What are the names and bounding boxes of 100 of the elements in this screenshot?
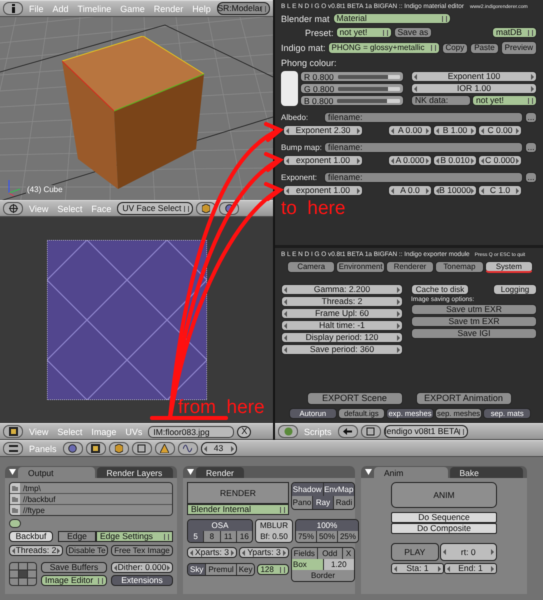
back-button[interactable] (338, 425, 358, 438)
map-number-field[interactable]: A 0.00 (388, 125, 432, 136)
context-button[interactable] (132, 442, 152, 455)
panel-tab[interactable]: Anim (374, 467, 448, 478)
play-button[interactable]: PLAY (391, 543, 438, 561)
toggle-button[interactable]: Logging (493, 284, 537, 295)
map-number-field[interactable]: C 0.000 (478, 155, 522, 166)
fields-toggle[interactable]: X (343, 548, 354, 559)
map-number-field[interactable]: exponent 1.00 (283, 155, 363, 166)
end-frame-field[interactable]: End: 1 (444, 563, 497, 574)
map-number-field[interactable]: C 0.00 (478, 125, 522, 136)
material-action-button[interactable]: Copy (442, 42, 468, 54)
osa-level-option[interactable]: 5 (188, 531, 204, 542)
size-option[interactable]: 25% (338, 531, 358, 542)
fields-toggle[interactable]: Fields (292, 548, 318, 559)
filename-field[interactable]: filename: (324, 112, 523, 123)
context-button[interactable] (86, 442, 106, 455)
setting-number-field[interactable]: Halt time: -1 (281, 320, 403, 331)
window-grid-icon[interactable] (9, 562, 37, 586)
alpha-mode-option[interactable]: Key (236, 564, 254, 575)
save-image-button[interactable]: Save utm EXR (411, 304, 537, 315)
disable-tex-button[interactable]: Disable Te (66, 545, 108, 556)
free-tex-image-button[interactable]: Free Tex Image (111, 545, 173, 556)
path-field[interactable]: //ftype (20, 505, 172, 515)
colour-slider[interactable]: B 0.800 (300, 95, 404, 106)
mode-dropdown[interactable]: UV Face Select (117, 202, 194, 215)
alpha-mode-option[interactable]: Premul (206, 564, 237, 575)
setting-number-field[interactable]: Display period: 120 (281, 332, 403, 343)
save-buffers-button[interactable]: Save Buffers (41, 562, 107, 573)
screen-dropdown[interactable]: SR:Modelar (216, 2, 270, 15)
osa-toggle[interactable]: OSA (188, 520, 252, 531)
map-number-field[interactable]: A 0.0 (388, 185, 432, 196)
phong-number-field[interactable]: IOR 1.00 (411, 83, 537, 94)
editor-type-button[interactable] (3, 425, 23, 438)
alpha-mode-option[interactable]: Sky (188, 564, 206, 575)
backbuf-button[interactable]: Backbuf (9, 531, 53, 542)
indigo-material-dropdown[interactable]: PHONG = glossy+metallic (328, 42, 440, 54)
osa-level-option[interactable]: 8 (204, 531, 220, 542)
path-field[interactable]: //backbuf (20, 494, 172, 504)
image-name-field[interactable]: IM:floor083.jpg (148, 426, 234, 438)
toggle-button[interactable]: Cache to disk (411, 284, 469, 295)
parts-number-field[interactable]: Yparts: 3 (239, 547, 289, 558)
editor-type-button[interactable] (3, 202, 23, 215)
display-dropdown[interactable]: Image Editor (41, 575, 107, 586)
map-number-field[interactable]: exponent 1.00 (283, 185, 363, 196)
setting-number-field[interactable]: Gamma: 2.200 (281, 284, 403, 295)
export-button[interactable]: EXPORT Animation (416, 392, 512, 405)
render-button[interactable]: RENDER (187, 482, 289, 504)
editor-type-button[interactable] (3, 442, 23, 455)
collapse-triangle-icon[interactable] (187, 469, 194, 475)
context-button[interactable] (154, 442, 175, 455)
browse-button[interactable]: ... (525, 142, 537, 153)
start-frame-field[interactable]: Sta: 1 (391, 563, 444, 574)
map-number-field[interactable]: B 10000 (433, 185, 477, 196)
osa-level-option[interactable]: 11 (220, 531, 237, 542)
render-toggle[interactable]: Pano (292, 496, 313, 509)
motion-blur-toggle[interactable]: MBLUR (256, 520, 292, 531)
edge-button[interactable]: Edge (58, 531, 96, 542)
phong-number-field[interactable]: Exponent 100 (411, 71, 537, 82)
filename-field[interactable]: filename: (324, 172, 523, 183)
setting-number-field[interactable]: Save period: 360 (281, 344, 403, 355)
script-dropdown[interactable]: lendigo v08t1 BETA (384, 425, 468, 438)
panel-tab[interactable]: Output (18, 467, 94, 478)
do-composite-toggle[interactable]: Do Composite (391, 523, 497, 534)
fields-toggle[interactable]: Odd (318, 548, 343, 559)
preset-dropdown[interactable]: not yet! (336, 27, 392, 38)
size-option[interactable]: 100% (296, 520, 358, 531)
render-toggle[interactable]: Ray (313, 496, 334, 509)
render-toggle[interactable]: EnvMap (324, 483, 354, 496)
material-action-button[interactable]: Preview (500, 41, 537, 55)
size-option[interactable]: 50% (317, 531, 338, 542)
map-number-field[interactable]: A 0.000 (388, 155, 432, 166)
matdb-dropdown[interactable]: matDB (492, 27, 537, 38)
extensions-button[interactable]: Extensions (111, 575, 173, 586)
rt-number-field[interactable]: rt: 0 (440, 543, 497, 561)
path-field[interactable]: /tmp\ (20, 483, 172, 493)
setting-number-field[interactable]: Frame Upl: 60 (281, 308, 403, 319)
collapse-triangle-icon[interactable] (365, 469, 372, 475)
map-number-field[interactable]: Exponent 2.30 (283, 125, 363, 136)
frame-number-field[interactable]: 43 (200, 442, 237, 455)
do-sequence-toggle[interactable]: Do Sequence (391, 512, 497, 523)
nk-data-label[interactable]: NK data: (411, 95, 471, 106)
nk-data-dropdown[interactable]: not yet! (472, 95, 537, 106)
save-image-button[interactable]: Save IGI (411, 328, 537, 339)
save-image-button[interactable]: Save tm EXR (411, 316, 537, 327)
render-toggle[interactable]: Shadow (292, 483, 324, 496)
blur-factor-field[interactable]: Bf: 0.50 (256, 531, 292, 542)
edge-settings-dropdown[interactable]: Edge Settings (96, 531, 173, 542)
render-engine-dropdown[interactable]: Blender Internal (187, 504, 289, 515)
dither-number-field[interactable]: Dither: 0.000 (111, 562, 173, 573)
editor-type-button[interactable] (3, 2, 23, 15)
colour-slider[interactable]: R 0.800 (300, 71, 404, 82)
folder-icon[interactable] (10, 494, 20, 504)
small-toggle-icon[interactable] (9, 519, 21, 528)
folder-icon[interactable] (10, 483, 20, 493)
context-button[interactable] (62, 442, 83, 455)
osa-level-option[interactable]: 16 (236, 531, 252, 542)
export-button[interactable]: EXPORT Scene (306, 392, 402, 405)
map-number-field[interactable]: B 1.00 (433, 125, 477, 136)
map-number-field[interactable]: B 0.010 (433, 155, 477, 166)
